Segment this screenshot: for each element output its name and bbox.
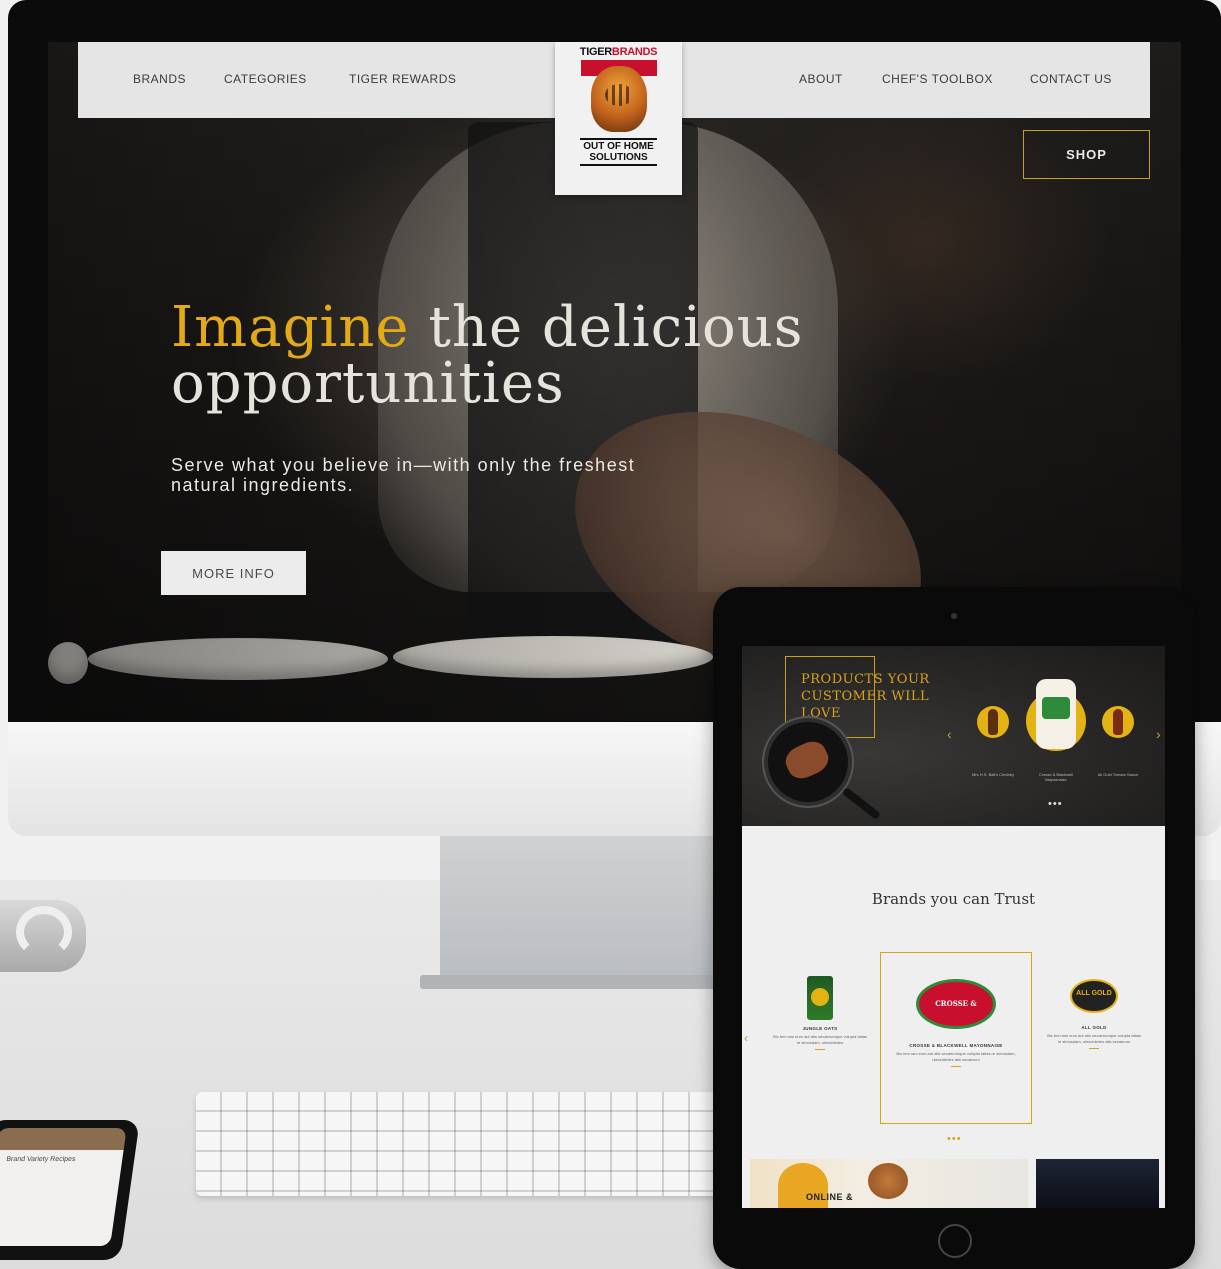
imac-stand-base	[420, 975, 750, 989]
nav-categories[interactable]: CATEGORIES	[224, 72, 307, 86]
brand-name: ALL GOLD	[1081, 1025, 1107, 1030]
hero-headline: Imagine the delicious opportunities	[171, 295, 804, 416]
brand-description: Illic tem lam eum aut atis secaerumque v…	[772, 1034, 868, 1045]
ipad-device: PRODUCTS YOUR CUSTOMER WILL LOVE ‹ › Mrs…	[713, 587, 1195, 1269]
home-button[interactable]	[938, 1224, 972, 1258]
jungle-oats-can-image	[807, 976, 833, 1020]
cookie-image	[868, 1163, 908, 1199]
brand-card-all-gold[interactable]: ALL GOLD ALL GOLD Illic tem lam eum aut …	[1046, 979, 1142, 1049]
product-label: Crosse & Blackwell Mayonnaise	[1038, 772, 1074, 782]
sauce-bottle-image	[1113, 709, 1123, 735]
tiger-icon	[590, 66, 647, 132]
product-tomato-sauce-circle[interactable]	[1102, 706, 1134, 738]
nav-about[interactable]: ABOUT	[799, 72, 843, 86]
all-gold-logo: ALL GOLD	[1070, 979, 1118, 1013]
more-info-button[interactable]: MORE INFO	[161, 551, 306, 595]
online-tile[interactable]: ONLINE &	[750, 1159, 1028, 1208]
keyboard	[196, 1092, 726, 1196]
steak-image	[781, 736, 833, 784]
headphones-on-stand	[0, 900, 86, 972]
dark-promo-tile[interactable]	[1036, 1159, 1159, 1208]
logo-wordmark: TIGERBRANDS	[579, 46, 658, 58]
phone-device: Brand Variety Recipes	[0, 1120, 140, 1260]
imac-stand	[440, 836, 730, 986]
brand-description: Illic tem lam eum aut atis secaerumque v…	[896, 1051, 1016, 1062]
carousel-dots[interactable]: •••	[1048, 798, 1063, 810]
chevron-right-icon[interactable]: ›	[1156, 726, 1161, 742]
brands-section-title: Brands you can Trust	[871, 890, 1036, 908]
nav-chefs-toolbox[interactable]: CHEF'S TOOLBOX	[882, 72, 993, 86]
brand-description: Illic tem lam eum aut atis secaerumque v…	[1046, 1033, 1142, 1044]
crosse-blackwell-logo: CROSSE & BLACKWELL	[916, 979, 996, 1052]
products-promo-banner: PRODUCTS YOUR CUSTOMER WILL LOVE ‹ › Mrs…	[742, 646, 1165, 826]
frying-pan-image	[764, 718, 852, 806]
brand-name: JUNGLE OATS	[802, 1026, 838, 1031]
brand-card-crosse-blackwell[interactable]: CROSSE & BLACKWELL CROSSE & BLACKWELL MA…	[880, 952, 1032, 1124]
nav-contact-us[interactable]: CONTACT US	[1030, 72, 1112, 86]
mayonnaise-jar-image	[1036, 679, 1076, 749]
shop-button[interactable]: SHOP	[1023, 130, 1150, 179]
nav-tiger-rewards[interactable]: TIGER REWARDS	[349, 72, 456, 86]
divider	[1089, 1048, 1099, 1049]
brand-card-jungle-oats[interactable]: JUNGLE OATS Illic tem lam eum aut atis s…	[772, 976, 868, 1050]
hero-subheadline: Serve what you believe in—with only the …	[171, 455, 636, 495]
divider	[815, 1049, 825, 1050]
tile-heading: ONLINE &	[806, 1192, 854, 1202]
brand-name: CROSSE & BLACKWELL MAYONNAISE	[909, 1043, 1003, 1048]
product-label: All Gold Tomato Sauce	[1097, 772, 1139, 777]
phone-screen: Brand Variety Recipes	[0, 1128, 127, 1246]
product-chutney-circle[interactable]	[977, 706, 1009, 738]
camera-icon	[951, 613, 957, 619]
promo-title: PRODUCTS YOUR CUSTOMER WILL LOVE	[801, 672, 930, 721]
logo-subtitle: OUT OF HOME SOLUTIONS	[580, 138, 657, 166]
carousel-dots[interactable]: •••	[947, 1133, 962, 1145]
tiger-brands-logo[interactable]: TIGERBRANDS OUT OF HOME SOLUTIONS	[555, 42, 682, 195]
chevron-left-icon[interactable]: ‹	[947, 726, 952, 742]
phone-page-title: Brand Variety Recipes	[5, 1156, 76, 1163]
product-label: Mrs H.S. Ball's Chutney	[971, 772, 1015, 777]
tablet-page: PRODUCTS YOUR CUSTOMER WILL LOVE ‹ › Mrs…	[742, 646, 1165, 1208]
chevron-left-icon[interactable]: ‹	[744, 1031, 748, 1045]
product-mayonnaise-circle[interactable]	[1026, 679, 1086, 751]
chutney-bottle-image	[988, 709, 998, 735]
nav-brands[interactable]: BRANDS	[133, 72, 186, 86]
